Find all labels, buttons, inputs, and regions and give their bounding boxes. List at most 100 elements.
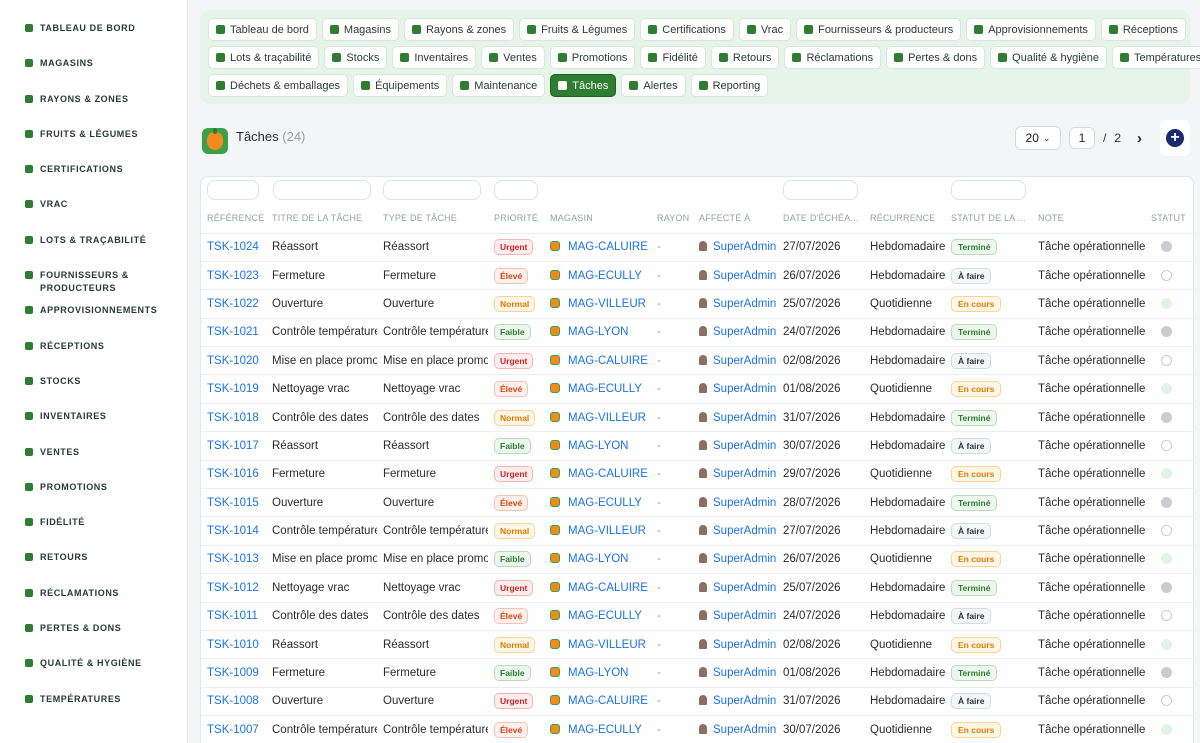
column-header[interactable]: MAGASIN <box>544 203 651 233</box>
filter-status-input[interactable] <box>951 180 1026 200</box>
sidebar-item[interactable]: Lots & traçabilité <box>0 212 187 247</box>
status-dot[interactable] <box>1161 297 1172 309</box>
sidebar-item[interactable]: Ventes <box>0 424 187 459</box>
table-row[interactable]: TSK-1024 Réassort Réassort Urgent MAG-CALUIR… <box>201 232 1193 262</box>
filter-due-date-input[interactable] <box>783 180 858 200</box>
nav-chip[interactable]: Ventes <box>481 46 545 69</box>
page-size-select[interactable]: 20 ⌄ <box>1014 126 1061 150</box>
task-reference-link[interactable]: TSK-1019 <box>201 374 266 404</box>
nav-chip[interactable]: Pertes & dons <box>886 46 986 69</box>
sidebar-item[interactable]: Inventaires <box>0 388 187 423</box>
nav-chip[interactable]: Réclamations <box>784 46 882 69</box>
table-row[interactable]: TSK-1023 Fermeture Fermeture Élevé MAG-ECULL… <box>201 260 1193 290</box>
status-dot[interactable] <box>1161 326 1172 338</box>
status-dot[interactable] <box>1161 411 1172 423</box>
task-reference-link[interactable]: TSK-1023 <box>201 260 266 290</box>
assignee-link[interactable]: SuperAdmin <box>713 582 776 594</box>
task-reference-link[interactable]: TSK-1022 <box>201 289 266 319</box>
nav-chip[interactable]: Retours <box>710 46 780 69</box>
store-link[interactable]: MAG-LYON <box>568 553 629 565</box>
store-link[interactable]: MAG-CALUIRE <box>568 582 648 594</box>
store-link[interactable]: MAG-CALUIRE <box>568 355 648 367</box>
table-row[interactable]: TSK-1014 Contrôle température Contrôle tem… <box>201 516 1193 546</box>
nav-chip[interactable]: Reporting <box>690 74 769 97</box>
column-header[interactable]: RÉFÉRENCE <box>201 203 266 233</box>
nav-chip[interactable]: Tableau de bord <box>208 18 317 41</box>
status-dot[interactable] <box>1161 241 1172 253</box>
store-link[interactable]: MAG-ECULLY <box>568 270 642 282</box>
nav-chip[interactable]: Magasins <box>321 18 399 41</box>
task-reference-link[interactable]: TSK-1010 <box>201 629 266 659</box>
store-link[interactable]: MAG-VILLEUR <box>568 639 646 651</box>
status-dot[interactable] <box>1161 667 1172 679</box>
chevron-right-icon[interactable]: › <box>1137 130 1142 147</box>
filter-priority-input[interactable] <box>494 180 538 200</box>
sidebar-item[interactable]: Tableau de bord <box>0 0 187 35</box>
table-row[interactable]: TSK-1022 Ouverture Ouverture Normal MAG-VILL… <box>201 289 1193 319</box>
assignee-link[interactable]: SuperAdmin <box>713 440 776 452</box>
task-reference-link[interactable]: TSK-1016 <box>201 459 266 489</box>
assignee-link[interactable]: SuperAdmin <box>713 639 776 651</box>
store-link[interactable]: MAG-ECULLY <box>568 724 642 736</box>
assignee-link[interactable]: SuperAdmin <box>713 667 776 679</box>
sidebar-item[interactable]: Réclamations <box>0 565 187 600</box>
status-dot[interactable] <box>1161 695 1172 707</box>
sidebar-item[interactable]: Vrac <box>0 176 187 211</box>
column-header[interactable]: AFFECTÉ À <box>693 203 777 233</box>
sidebar-item[interactable]: Températures <box>0 671 187 706</box>
status-dot[interactable] <box>1161 553 1172 565</box>
store-link[interactable]: MAG-LYON <box>568 667 629 679</box>
nav-chip[interactable]: Stocks <box>324 46 388 69</box>
assignee-link[interactable]: SuperAdmin <box>713 468 776 480</box>
table-row[interactable]: TSK-1020 Mise en place promo Mise en place… <box>201 346 1193 375</box>
nav-chip[interactable]: Réceptions <box>1100 18 1186 41</box>
task-reference-link[interactable]: TSK-1024 <box>201 232 266 262</box>
store-link[interactable]: MAG-CALUIRE <box>568 468 648 480</box>
assignee-link[interactable]: SuperAdmin <box>713 241 776 253</box>
assignee-link[interactable]: SuperAdmin <box>713 497 776 509</box>
assignee-link[interactable]: SuperAdmin <box>713 412 776 424</box>
page-number-input[interactable]: 1 <box>1068 127 1095 149</box>
sidebar-item[interactable]: Magasins <box>0 35 187 70</box>
task-reference-link[interactable]: TSK-1017 <box>201 431 266 461</box>
store-link[interactable]: MAG-ECULLY <box>568 383 642 395</box>
sidebar-item[interactable]: Fournisseurs & producteurs <box>0 247 187 293</box>
task-reference-link[interactable]: TSK-1008 <box>201 686 266 716</box>
table-row[interactable]: TSK-1007 Contrôle température Contrôle tem… <box>201 715 1193 743</box>
sidebar-item[interactable]: Rayons & zones <box>0 71 187 106</box>
status-dot[interactable] <box>1161 439 1172 451</box>
status-dot[interactable] <box>1161 724 1172 736</box>
store-link[interactable]: MAG-ECULLY <box>568 610 642 622</box>
table-row[interactable]: TSK-1015 Ouverture Ouverture Élevé MAG-ECULL… <box>201 488 1193 517</box>
assignee-link[interactable]: SuperAdmin <box>713 298 776 310</box>
sidebar-item[interactable]: Qualité & hygiène <box>0 635 187 670</box>
nav-chip[interactable]: Fournisseurs & producteurs <box>796 18 962 41</box>
nav-chip[interactable]: Alertes <box>621 74 686 97</box>
filter-reference-input[interactable] <box>207 180 259 200</box>
assignee-link[interactable]: SuperAdmin <box>713 553 776 565</box>
status-dot[interactable] <box>1161 383 1172 395</box>
status-dot[interactable] <box>1161 638 1172 650</box>
table-row[interactable]: TSK-1012 Nettoyage vrac Nettoyage vrac Urge… <box>201 573 1193 603</box>
column-header[interactable]: STATUT DE LA ... <box>945 203 1032 233</box>
nav-chip[interactable]: Fidélité <box>640 46 706 69</box>
column-header[interactable]: RAYON <box>651 203 693 233</box>
table-row[interactable]: TSK-1010 Réassort Réassort Normal MAG-VILLEU… <box>201 629 1193 659</box>
task-reference-link[interactable]: TSK-1018 <box>201 402 266 432</box>
store-link[interactable]: MAG-LYON <box>568 440 629 452</box>
column-header[interactable]: RÉCURRENCE <box>864 203 945 233</box>
store-link[interactable]: MAG-VILLEUR <box>568 298 646 310</box>
store-link[interactable]: MAG-CALUIRE <box>568 241 648 253</box>
column-header[interactable]: PRIORITÉ <box>488 203 544 233</box>
filter-type-input[interactable] <box>383 180 481 200</box>
nav-chip[interactable]: Tâches <box>550 74 617 97</box>
sidebar-item[interactable]: Promotions <box>0 459 187 494</box>
task-reference-link[interactable]: TSK-1020 <box>201 346 266 375</box>
column-header[interactable]: NOTE <box>1032 203 1145 233</box>
store-link[interactable]: MAG-ECULLY <box>568 497 642 509</box>
sidebar-item[interactable]: Stocks <box>0 353 187 388</box>
nav-chip[interactable]: Qualité & hygiène <box>990 46 1108 69</box>
status-dot[interactable] <box>1161 468 1172 480</box>
sidebar-item[interactable]: Certifications <box>0 141 187 176</box>
column-header[interactable]: TITRE DE LA TÂCHE <box>266 203 377 233</box>
